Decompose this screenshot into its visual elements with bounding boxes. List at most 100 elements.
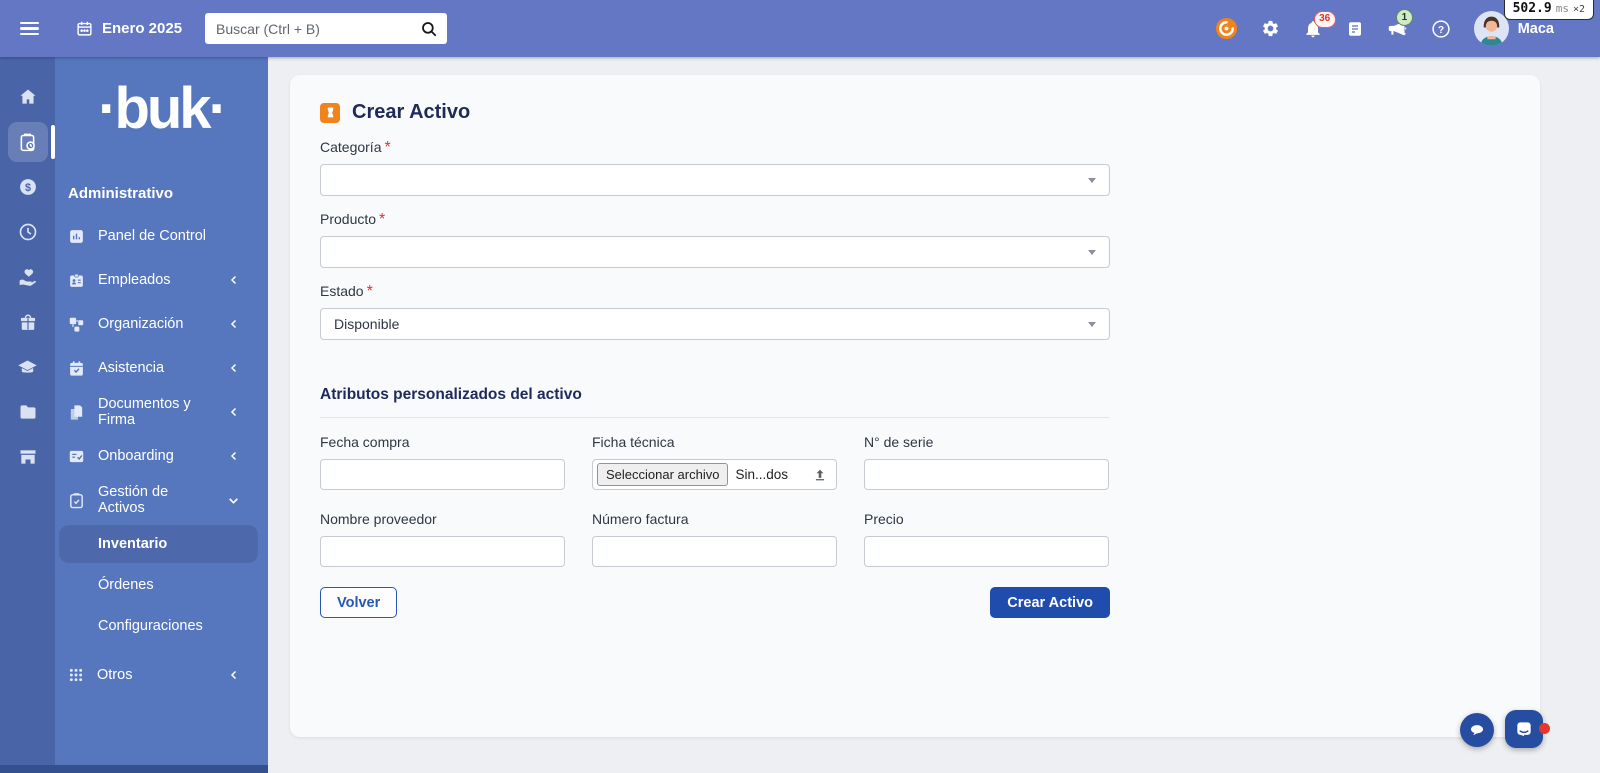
sidebar-subitem-label: Configuraciones (98, 618, 203, 634)
sidebar-item-otros[interactable]: Otros (55, 653, 268, 697)
chevron-left-icon (228, 362, 240, 374)
numero-serie-input[interactable] (864, 459, 1109, 490)
sidebar-bottom-strip (0, 765, 268, 773)
calendar-icon (76, 20, 93, 37)
required-marker: * (367, 283, 373, 300)
storefront-icon[interactable] (8, 437, 48, 477)
sidebar-item-label: Asistencia (98, 360, 215, 376)
rewards-swirl-icon[interactable] (1215, 17, 1238, 40)
upload-icon[interactable] (813, 468, 827, 482)
file-status-text: Sin...dos (735, 467, 788, 482)
field-label: Categoría (320, 139, 381, 155)
sidebar-item-documentos-y-firma[interactable]: Documentos y Firma (55, 390, 268, 434)
custom-attributes-grid: Fecha compra Ficha técnica Seleccionar a… (320, 434, 1110, 567)
profiler-badge[interactable]: 502.9 ms ×2 (1504, 0, 1594, 20)
profiler-multiplier: ×2 (1573, 4, 1585, 15)
folder-icon[interactable] (8, 392, 48, 432)
sidebar-item-organizacion[interactable]: Organización (55, 302, 268, 346)
sidebar-item-label: Otros (97, 667, 215, 683)
messenger-button[interactable] (1505, 710, 1543, 748)
field-label: N° de serie (864, 434, 933, 450)
sidebar-item-onboarding[interactable]: Onboarding (55, 434, 268, 478)
profiler-unit: ms (1556, 2, 1569, 15)
buk-logo: ·buk· (55, 63, 268, 155)
search-input[interactable] (216, 21, 420, 37)
sidebar: ·buk· Administrativo Panel de Control Em… (55, 57, 268, 773)
gear-icon[interactable] (1261, 19, 1280, 38)
numero-factura-input[interactable] (592, 536, 837, 567)
changelog-icon[interactable] (1346, 20, 1364, 38)
sidebar-item-panel-de-control[interactable]: Panel de Control (55, 214, 268, 258)
home-icon[interactable] (8, 77, 48, 117)
announcements-count-badge: 1 (1396, 9, 1413, 26)
create-asset-card: Crear Activo Categoría* Producto* (290, 75, 1540, 737)
chevron-left-icon (228, 274, 240, 286)
grid-dots-icon (68, 667, 84, 683)
categoria-select[interactable] (320, 164, 1110, 196)
field-label: Nombre proveedor (320, 511, 437, 527)
required-marker: * (379, 211, 385, 228)
svg-text:?: ? (1438, 24, 1444, 35)
hamburger-menu-icon[interactable] (20, 18, 39, 39)
sidebar-item-empleados[interactable]: Empleados (55, 258, 268, 302)
search-icon[interactable] (420, 20, 438, 38)
estado-select[interactable]: Disponible (320, 308, 1110, 340)
precio-input[interactable] (864, 536, 1109, 567)
main-content: Crear Activo Categoría* Producto* (268, 57, 1600, 773)
module-rail: $ (0, 57, 55, 773)
clipboard-clock-icon[interactable] (8, 122, 48, 162)
choose-file-button[interactable]: Seleccionar archivo (597, 463, 728, 486)
create-asset-button[interactable]: Crear Activo (990, 587, 1110, 618)
sidebar-subitem-label: Inventario (98, 536, 167, 552)
dashboard-icon (68, 228, 85, 245)
nombre-proveedor-input[interactable] (320, 536, 565, 567)
chevron-left-icon (228, 450, 240, 462)
sidebar-subitem-configuraciones[interactable]: Configuraciones (59, 607, 258, 645)
field-label: Producto (320, 211, 376, 227)
chevron-left-icon (228, 318, 240, 330)
field-label: Precio (864, 511, 904, 527)
help-icon[interactable]: ? (1431, 19, 1451, 39)
field-label: Número factura (592, 511, 688, 527)
dollar-icon[interactable]: $ (8, 167, 48, 207)
sidebar-item-asistencia[interactable]: Asistencia (55, 346, 268, 390)
period-selector[interactable]: Enero 2025 (76, 20, 182, 37)
field-label: Ficha técnica (592, 434, 674, 450)
sidebar-item-gestion-de-activos[interactable]: Gestión de Activos (55, 478, 268, 522)
field-numero-serie: N° de serie (864, 434, 1109, 490)
field-categoria: Categoría* (320, 139, 1110, 196)
feedback-chat-button[interactable] (1460, 713, 1494, 747)
sidebar-subitem-inventario[interactable]: Inventario (59, 525, 258, 563)
clock-icon[interactable] (8, 212, 48, 252)
producto-select[interactable] (320, 236, 1110, 268)
card-header: Crear Activo (320, 101, 1510, 124)
topbar-actions: 36 1 ? Maca (1215, 11, 1554, 46)
select-value: Disponible (334, 316, 399, 332)
hand-heart-icon[interactable] (8, 257, 48, 297)
sidebar-item-label: Panel de Control (98, 228, 240, 244)
field-numero-factura: Número factura (592, 511, 837, 567)
field-precio: Precio (864, 511, 1109, 567)
sidebar-section-label: Administrativo (68, 185, 268, 202)
caret-down-icon (1088, 250, 1096, 255)
field-estado: Estado* Disponible (320, 283, 1110, 340)
top-navbar: Enero 2025 36 1 ? (0, 0, 1600, 57)
sidebar-item-label: Onboarding (98, 448, 215, 464)
back-button[interactable]: Volver (320, 587, 397, 618)
svg-text:$: $ (24, 182, 30, 194)
field-producto: Producto* (320, 211, 1110, 268)
custom-attributes-title: Atributos personalizados del activo (320, 386, 1110, 404)
notifications-bell-icon[interactable]: 36 (1303, 19, 1323, 39)
graduation-cap-icon[interactable] (8, 347, 48, 387)
sidebar-subitem-ordenes[interactable]: Órdenes (59, 566, 258, 604)
period-label: Enero 2025 (102, 20, 182, 37)
divider (320, 417, 1110, 418)
sidebar-subitem-label: Órdenes (98, 577, 154, 593)
caret-down-icon (1088, 178, 1096, 183)
ficha-tecnica-file-input[interactable]: Seleccionar archivo Sin...dos (592, 459, 837, 490)
field-ficha-tecnica: Ficha técnica Seleccionar archivo Sin...… (592, 434, 837, 490)
fecha-compra-input[interactable] (320, 459, 565, 490)
megaphone-icon[interactable]: 1 (1387, 18, 1408, 39)
gift-icon[interactable] (8, 302, 48, 342)
org-chart-icon (68, 316, 85, 333)
